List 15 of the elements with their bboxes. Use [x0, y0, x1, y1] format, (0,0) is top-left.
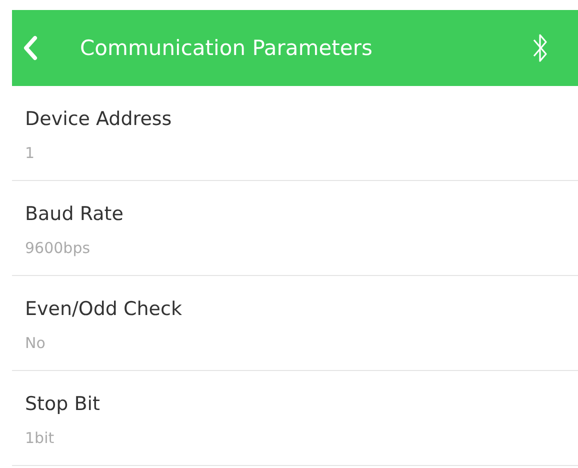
- setting-label: Baud Rate: [25, 203, 124, 225]
- setting-value: 1: [25, 144, 36, 162]
- screen-title: Communication Parameters: [80, 36, 374, 60]
- setting-label: Even/Odd Check: [25, 298, 183, 320]
- setting-row[interactable]: Even/Odd Check No: [12, 276, 578, 371]
- setting-value: 9600bps: [25, 239, 92, 257]
- setting-label: Stop Bit: [25, 393, 101, 415]
- setting-row[interactable]: Device Address 1: [12, 86, 578, 181]
- back-icon[interactable]: [22, 35, 38, 61]
- setting-value: No: [25, 334, 46, 352]
- setting-row[interactable]: Stop Bit 1bit: [12, 371, 578, 466]
- setting-value: 1bit: [25, 429, 56, 447]
- bluetooth-icon[interactable]: [532, 31, 548, 65]
- setting-label: Device Address: [25, 108, 173, 130]
- setting-row[interactable]: Baud Rate 9600bps: [12, 181, 578, 276]
